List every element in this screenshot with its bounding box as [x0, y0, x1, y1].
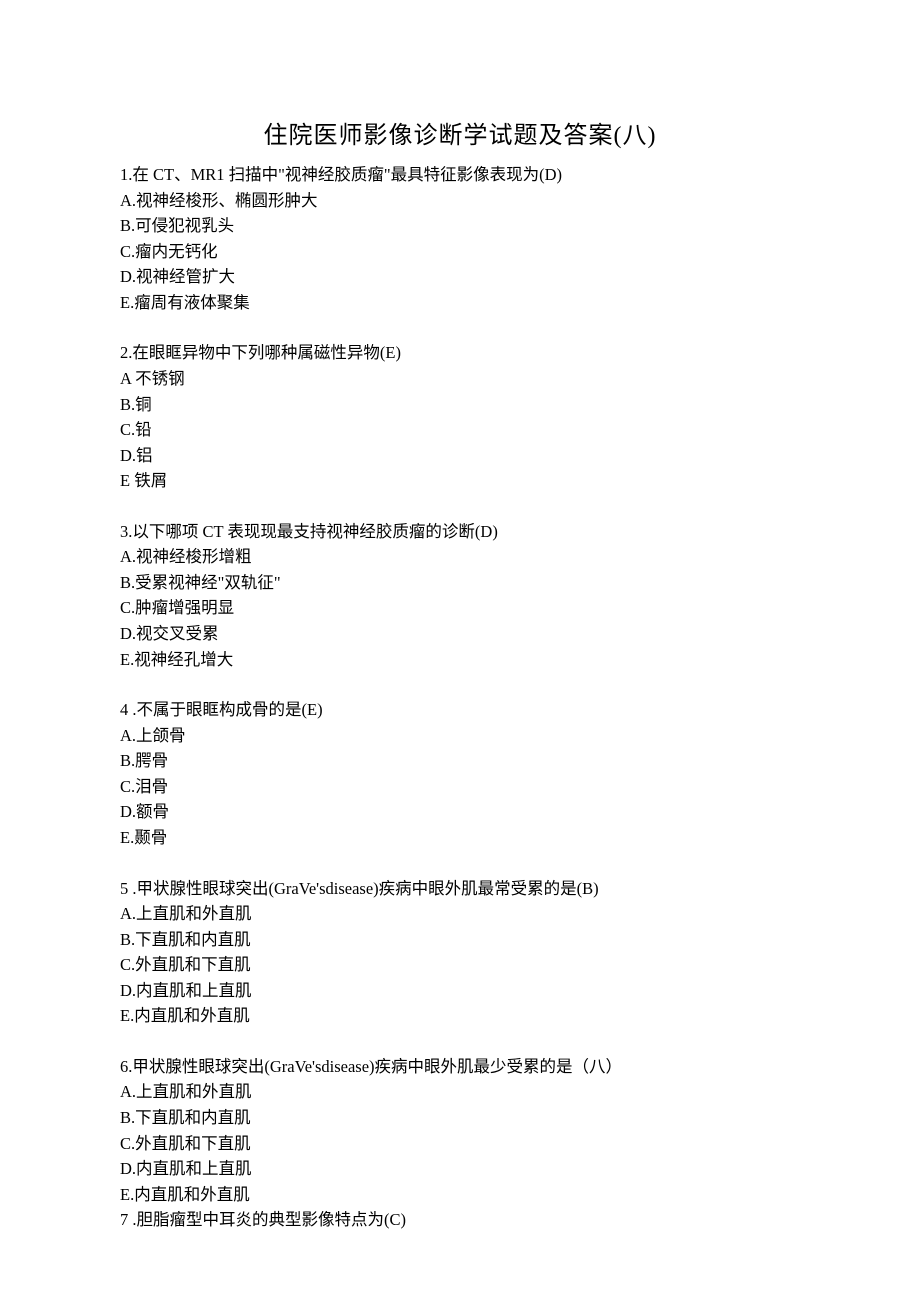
- question-option: A.视神经梭形增粗: [120, 544, 800, 570]
- question-option: D.铝: [120, 443, 800, 469]
- question-option: B.受累视神经"双轨征": [120, 570, 800, 596]
- question-option: B.可侵犯视乳头: [120, 213, 800, 239]
- blank-line: [120, 672, 800, 697]
- question-option: A.上直肌和外直肌: [120, 1079, 800, 1105]
- question-option: C.瘤内无钙化: [120, 239, 800, 265]
- question-option: D.内直肌和上直肌: [120, 1156, 800, 1182]
- document-page: 住院医师影像诊断学试题及答案(八) 1.在 CT、MR1 扫描中"视神经胶质瘤"…: [0, 0, 920, 1283]
- question-stem: 6.甲状腺性眼球突出(GraVe'sdisease)疾病中眼外肌最少受累的是（八…: [120, 1054, 800, 1080]
- blank-line: [120, 851, 800, 876]
- question-option: E.内直肌和外直肌: [120, 1182, 800, 1208]
- question-option: A.视神经梭形、椭圆形肿大: [120, 188, 800, 214]
- question-option: D.视交叉受累: [120, 621, 800, 647]
- question-option: B.铜: [120, 392, 800, 418]
- document-title: 住院医师影像诊断学试题及答案(八): [120, 115, 800, 150]
- question-stem: 5 .甲状腺性眼球突出(GraVe'sdisease)疾病中眼外肌最常受累的是(…: [120, 876, 800, 902]
- question-stem: 3.以下哪项 CT 表现现最支持视神经胶质瘤的诊断(D): [120, 519, 800, 545]
- question-option: C.外直肌和下直肌: [120, 1131, 800, 1157]
- question-option: A 不锈钢: [120, 366, 800, 392]
- question-option: B.腭骨: [120, 748, 800, 774]
- question-option: A.上直肌和外直肌: [120, 901, 800, 927]
- question-option: D.视神经管扩大: [120, 264, 800, 290]
- question-option: D.额骨: [120, 799, 800, 825]
- question-option: C.外直肌和下直肌: [120, 952, 800, 978]
- question-option: E.瘤周有液体聚集: [120, 290, 800, 316]
- question-option: C.泪骨: [120, 774, 800, 800]
- question-option: B.下直肌和内直肌: [120, 1105, 800, 1131]
- question-option: D.内直肌和上直肌: [120, 978, 800, 1004]
- blank-line: [120, 494, 800, 519]
- question-option: B.下直肌和内直肌: [120, 927, 800, 953]
- question-option: E.颞骨: [120, 825, 800, 851]
- question-stem: 2.在眼眶异物中下列哪种属磁性异物(E): [120, 340, 800, 366]
- question-option: C.肿瘤增强明显: [120, 595, 800, 621]
- question-option: E 铁屑: [120, 468, 800, 494]
- question-option: E.内直肌和外直肌: [120, 1003, 800, 1029]
- question-stem: 1.在 CT、MR1 扫描中"视神经胶质瘤"最具特征影像表现为(D): [120, 162, 800, 188]
- question-option: C.铅: [120, 417, 800, 443]
- blank-line: [120, 315, 800, 340]
- question-stem: 4 .不属于眼眶构成骨的是(E): [120, 697, 800, 723]
- question-option: E.视神经孔增大: [120, 647, 800, 673]
- question-option: A.上颌骨: [120, 723, 800, 749]
- question-stem: 7 .胆脂瘤型中耳炎的典型影像特点为(C): [120, 1207, 800, 1233]
- blank-line: [120, 1029, 800, 1054]
